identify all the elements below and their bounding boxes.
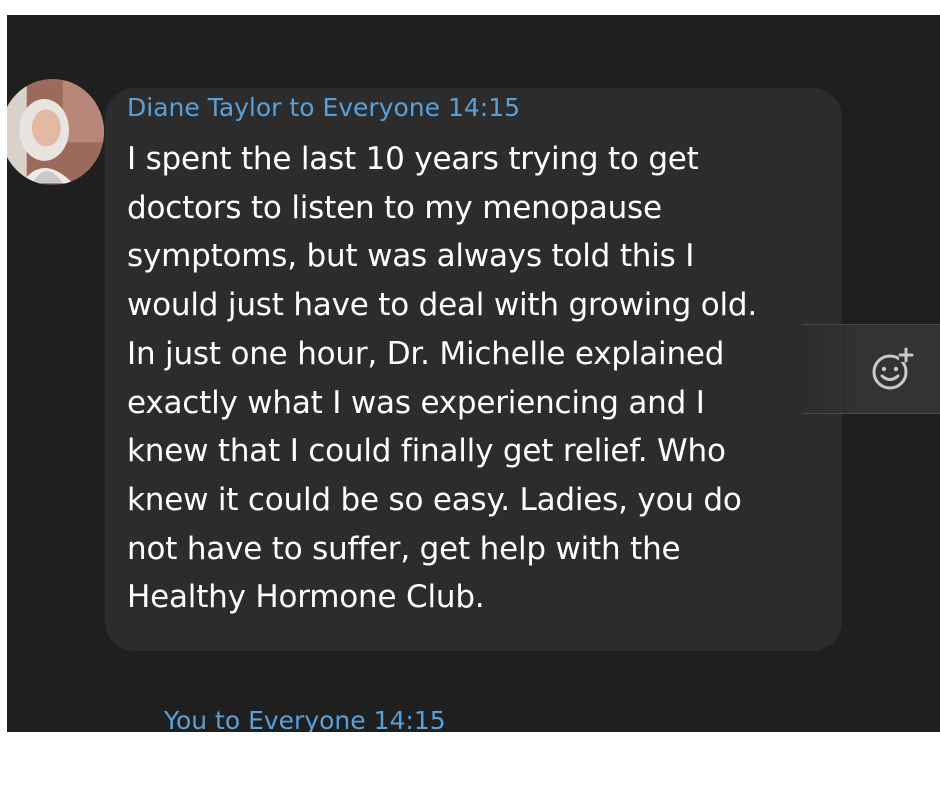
next-message-header: You to Everyone 14:15 bbox=[164, 706, 446, 732]
message-line: symptoms, but was always told this I bbox=[127, 238, 695, 275]
message-line: doctors to listen to my menopause bbox=[127, 189, 662, 226]
message-line: not have to suffer, get help with the bbox=[127, 530, 681, 567]
message-header: Diane Taylor to Everyone 14:15 bbox=[127, 93, 521, 122]
message-line: I spent the last 10 years trying to get bbox=[127, 141, 699, 177]
sender-avatar[interactable] bbox=[7, 79, 104, 185]
message-line: exactly what I was experiencing and I bbox=[127, 384, 705, 421]
message-line: knew that I could finally get relief. Wh… bbox=[127, 433, 726, 470]
add-reaction-button[interactable] bbox=[869, 345, 917, 393]
chat-panel: Diane Taylor to Everyone 14:15 I spent t… bbox=[7, 15, 940, 732]
avatar-portrait-icon bbox=[7, 80, 104, 184]
message-line: Healthy Hormone Club. bbox=[127, 579, 485, 616]
message-line: knew it could be so easy. Ladies, you do bbox=[127, 481, 742, 518]
add-reaction-icon bbox=[872, 347, 914, 390]
message-text: I spent the last 10 years trying to get … bbox=[127, 135, 827, 622]
message-line: In just one hour, Dr. Michelle explained bbox=[127, 335, 725, 372]
message-line: would just have to deal with growing old… bbox=[127, 287, 758, 324]
